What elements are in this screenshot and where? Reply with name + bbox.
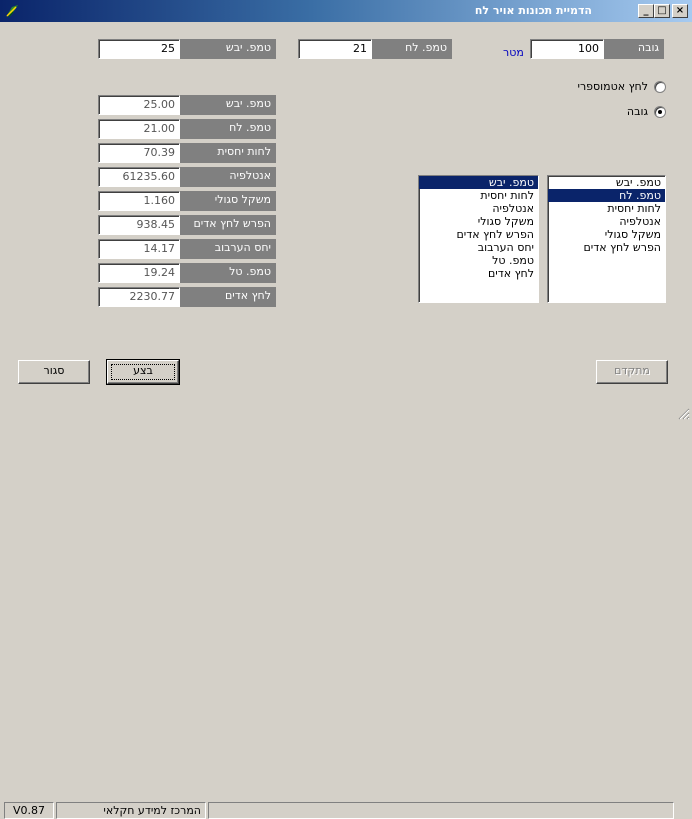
source-param-item[interactable]: טמפ. לח bbox=[548, 189, 665, 202]
execute-button-label: בצע bbox=[133, 364, 153, 377]
source-params-list[interactable]: טמפ. יבש טמפ. לח לחות יחסית אנטלפיה משקל סגו… bbox=[547, 175, 666, 303]
resize-grip-icon[interactable] bbox=[678, 408, 690, 420]
target-param-item[interactable]: יחס הערבוב bbox=[419, 241, 538, 254]
advanced-button: מתקדם bbox=[596, 360, 668, 384]
result-label: טמפ. טל bbox=[180, 263, 276, 283]
result-value: 938.45 bbox=[98, 215, 180, 235]
wet-temp-label: טמפ. לח bbox=[372, 39, 452, 59]
target-param-item[interactable]: אנטלפיה bbox=[419, 202, 538, 215]
radio-height-circle[interactable] bbox=[654, 106, 666, 118]
dry-temp-input[interactable]: 25 bbox=[98, 39, 180, 59]
window-title: הדמיית תכונות אויר לח bbox=[474, 4, 592, 17]
result-label: טמפ. יבש bbox=[180, 95, 276, 115]
status-organization: המרכז למידע חקלאי bbox=[56, 802, 206, 819]
dry-temp-label: טמפ. יבש bbox=[180, 39, 276, 59]
result-value: 2230.77 bbox=[98, 287, 180, 307]
wet-temp-input[interactable]: 21 bbox=[298, 39, 372, 59]
target-param-item[interactable]: הפרש לחץ אדים bbox=[419, 228, 538, 241]
result-value: 61235.60 bbox=[98, 167, 180, 187]
result-value: 21.00 bbox=[98, 119, 180, 139]
result-label: הפרש לחץ אדים bbox=[180, 215, 276, 235]
result-label: אנטלפיה bbox=[180, 167, 276, 187]
result-label: לחץ אדים bbox=[180, 287, 276, 307]
minimize-button[interactable]: _ bbox=[638, 4, 654, 18]
close-button[interactable]: סגור bbox=[18, 360, 90, 384]
result-label: יחס הערבוב bbox=[180, 239, 276, 259]
result-value: 19.24 bbox=[98, 263, 180, 283]
height-input[interactable]: 100 bbox=[530, 39, 604, 59]
maximize-button[interactable]: □ bbox=[654, 4, 670, 18]
status-bar: V0.87 המרכז למידע חקלאי bbox=[0, 400, 692, 819]
source-param-item[interactable]: לחות יחסית bbox=[548, 202, 665, 215]
result-label: משקל סגולי bbox=[180, 191, 276, 211]
result-value: 14.17 bbox=[98, 239, 180, 259]
target-param-item[interactable]: טמפ. טל bbox=[419, 254, 538, 267]
radio-height-label: גובה bbox=[626, 105, 648, 118]
status-message bbox=[208, 802, 674, 819]
target-param-item[interactable]: משקל סגולי bbox=[419, 215, 538, 228]
source-param-item[interactable]: אנטלפיה bbox=[548, 215, 665, 228]
result-value: 1.160 bbox=[98, 191, 180, 211]
height-label: גובה bbox=[604, 39, 664, 59]
result-value: 25.00 bbox=[98, 95, 180, 115]
app-leaf-icon bbox=[6, 5, 18, 18]
close-window-button[interactable]: × bbox=[672, 4, 688, 18]
radio-pressure-circle[interactable] bbox=[654, 81, 666, 93]
result-label: טמפ. לח bbox=[180, 119, 276, 139]
result-label: לחות יחסית bbox=[180, 143, 276, 163]
source-param-item[interactable]: משקל סגולי bbox=[548, 228, 665, 241]
execute-button[interactable]: בצע bbox=[106, 359, 180, 385]
target-param-item[interactable]: לחץ אדים bbox=[419, 267, 538, 280]
height-unit-label: מטר bbox=[503, 46, 524, 59]
radio-pressure-label: לחץ אטמוספרי bbox=[577, 80, 648, 93]
target-param-item[interactable]: לחות יחסית bbox=[419, 189, 538, 202]
title-bar[interactable]: הדמיית תכונות אויר לח _ □ × bbox=[0, 0, 692, 22]
source-param-item[interactable]: טמפ. יבש bbox=[548, 176, 665, 189]
source-param-item[interactable]: הפרש לחץ אדים bbox=[548, 241, 665, 254]
result-value: 70.39 bbox=[98, 143, 180, 163]
target-param-item[interactable]: טמפ. יבש bbox=[419, 176, 538, 189]
status-version: V0.87 bbox=[4, 802, 54, 819]
target-params-list[interactable]: טמפ. יבש לחות יחסית אנטלפיה משקל סגולי הפרש … bbox=[418, 175, 539, 303]
